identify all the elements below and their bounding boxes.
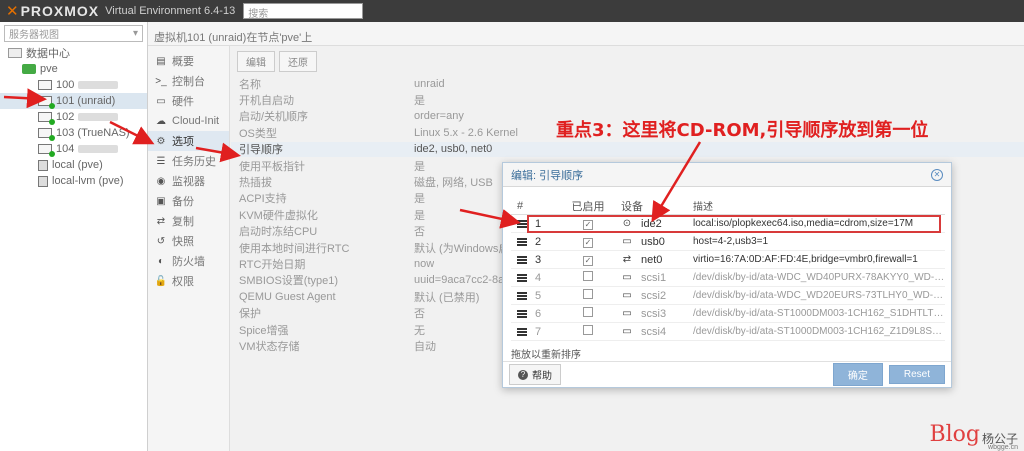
watermark-blog: Blog xyxy=(929,422,980,447)
arrow-ide2 xyxy=(651,141,702,223)
watermark-site: wbgge.cn xyxy=(988,444,1018,451)
annotation-arrows xyxy=(3,88,702,229)
arrow-boot-order xyxy=(195,142,241,163)
arrow-options-menu xyxy=(109,120,155,145)
arrow-vm101 xyxy=(3,88,47,109)
arrow-row-one xyxy=(459,208,521,229)
